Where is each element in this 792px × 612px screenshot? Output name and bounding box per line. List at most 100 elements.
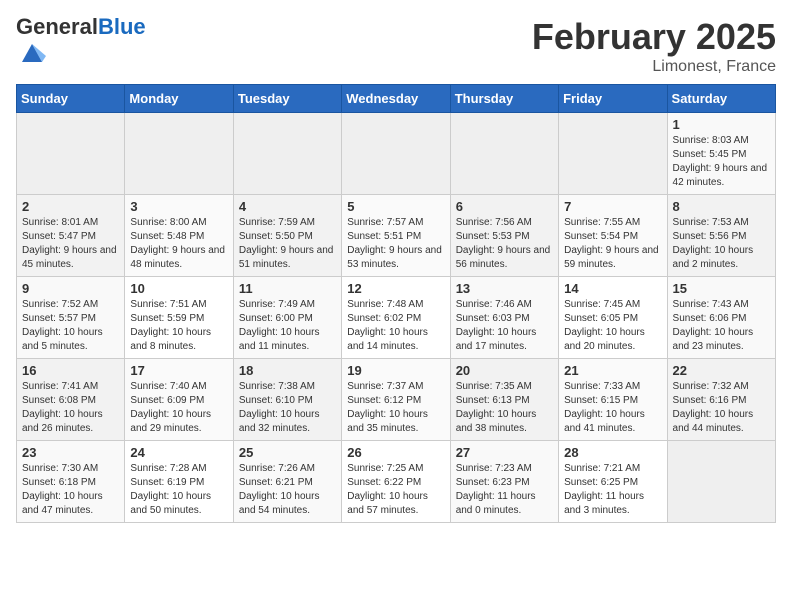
day-info: Sunrise: 8:00 AM Sunset: 5:48 PM Dayligh… <box>130 216 227 272</box>
day-number: 5 <box>347 199 444 214</box>
day-number: 12 <box>347 281 444 296</box>
logo-icon <box>18 38 46 66</box>
day-info: Sunrise: 7:26 AM Sunset: 6:21 PM Dayligh… <box>239 462 336 518</box>
day-number: 25 <box>239 445 336 460</box>
day-info: Sunrise: 7:38 AM Sunset: 6:10 PM Dayligh… <box>239 380 336 436</box>
calendar-cell <box>450 113 558 195</box>
calendar-cell: 25 Sunrise: 7:26 AM Sunset: 6:21 PM Dayli… <box>233 441 341 523</box>
day-number: 11 <box>239 281 336 296</box>
day-info: Sunrise: 7:25 AM Sunset: 6:22 PM Dayligh… <box>347 462 444 518</box>
day-number: 23 <box>22 445 119 460</box>
day-info: Sunrise: 7:23 AM Sunset: 6:23 PM Dayligh… <box>456 462 553 518</box>
day-number: 3 <box>130 199 227 214</box>
day-number: 17 <box>130 363 227 378</box>
column-header-monday: Monday <box>125 85 233 113</box>
logo-general: General <box>16 14 98 39</box>
day-number: 20 <box>456 363 553 378</box>
calendar-week-row: 1 Sunrise: 8:03 AM Sunset: 5:45 PM Daylig… <box>17 113 776 195</box>
day-number: 7 <box>564 199 661 214</box>
column-header-saturday: Saturday <box>667 85 775 113</box>
day-number: 27 <box>456 445 553 460</box>
calendar-week-row: 9Sunrise: 7:52 AM Sunset: 5:57 PM Daylig… <box>17 277 776 359</box>
calendar-cell: 18 Sunrise: 7:38 AM Sunset: 6:10 PM Dayli… <box>233 359 341 441</box>
day-info: Sunrise: 7:41 AM Sunset: 6:08 PM Dayligh… <box>22 380 119 436</box>
day-info: Sunrise: 7:53 AM Sunset: 5:56 PM Dayligh… <box>673 216 770 272</box>
calendar-cell: 9Sunrise: 7:52 AM Sunset: 5:57 PM Daylig… <box>17 277 125 359</box>
logo: GeneralBlue <box>16 16 146 71</box>
day-info: Sunrise: 7:28 AM Sunset: 6:19 PM Dayligh… <box>130 462 227 518</box>
calendar-cell: 17 Sunrise: 7:40 AM Sunset: 6:09 PM Dayli… <box>125 359 233 441</box>
calendar-cell: 4 Sunrise: 7:59 AM Sunset: 5:50 PM Daylig… <box>233 195 341 277</box>
column-header-tuesday: Tuesday <box>233 85 341 113</box>
calendar-table: SundayMondayTuesdayWednesdayThursdayFrid… <box>16 84 776 523</box>
calendar-cell: 26 Sunrise: 7:25 AM Sunset: 6:22 PM Dayli… <box>342 441 450 523</box>
calendar-cell: 23 Sunrise: 7:30 AM Sunset: 6:18 PM Dayli… <box>17 441 125 523</box>
day-info: Sunrise: 7:32 AM Sunset: 6:16 PM Dayligh… <box>673 380 770 436</box>
day-number: 22 <box>673 363 770 378</box>
calendar-cell <box>17 113 125 195</box>
calendar-cell: 14 Sunrise: 7:45 AM Sunset: 6:05 PM Dayli… <box>559 277 667 359</box>
day-info: Sunrise: 7:21 AM Sunset: 6:25 PM Dayligh… <box>564 462 661 518</box>
day-info: Sunrise: 7:33 AM Sunset: 6:15 PM Dayligh… <box>564 380 661 436</box>
day-info: Sunrise: 7:37 AM Sunset: 6:12 PM Dayligh… <box>347 380 444 436</box>
day-info: Sunrise: 8:01 AM Sunset: 5:47 PM Dayligh… <box>22 216 119 272</box>
calendar-cell: 15Sunrise: 7:43 AM Sunset: 6:06 PM Dayli… <box>667 277 775 359</box>
calendar-cell <box>667 441 775 523</box>
day-number: 15 <box>673 281 770 296</box>
column-header-wednesday: Wednesday <box>342 85 450 113</box>
day-info: Sunrise: 7:55 AM Sunset: 5:54 PM Dayligh… <box>564 216 661 272</box>
day-info: Sunrise: 7:56 AM Sunset: 5:53 PM Dayligh… <box>456 216 553 272</box>
calendar-cell <box>233 113 341 195</box>
day-number: 4 <box>239 199 336 214</box>
calendar-cell: 20Sunrise: 7:35 AM Sunset: 6:13 PM Dayli… <box>450 359 558 441</box>
column-header-friday: Friday <box>559 85 667 113</box>
page-header: GeneralBlue February 2025 Limonest, Fran… <box>16 16 776 76</box>
calendar-cell: 27 Sunrise: 7:23 AM Sunset: 6:23 PM Dayli… <box>450 441 558 523</box>
day-number: 26 <box>347 445 444 460</box>
day-info: Sunrise: 7:45 AM Sunset: 6:05 PM Dayligh… <box>564 298 661 354</box>
day-info: Sunrise: 7:48 AM Sunset: 6:02 PM Dayligh… <box>347 298 444 354</box>
calendar-cell: 2Sunrise: 8:01 AM Sunset: 5:47 PM Daylig… <box>17 195 125 277</box>
calendar-cell: 1 Sunrise: 8:03 AM Sunset: 5:45 PM Daylig… <box>667 113 775 195</box>
day-info: Sunrise: 7:30 AM Sunset: 6:18 PM Dayligh… <box>22 462 119 518</box>
calendar-cell: 19 Sunrise: 7:37 AM Sunset: 6:12 PM Dayli… <box>342 359 450 441</box>
title-block: February 2025 Limonest, France <box>532 16 776 76</box>
column-header-thursday: Thursday <box>450 85 558 113</box>
day-number: 28 <box>564 445 661 460</box>
day-info: Sunrise: 7:46 AM Sunset: 6:03 PM Dayligh… <box>456 298 553 354</box>
day-number: 24 <box>130 445 227 460</box>
day-number: 1 <box>673 117 770 132</box>
day-info: Sunrise: 7:52 AM Sunset: 5:57 PM Dayligh… <box>22 298 119 354</box>
calendar-week-row: 23 Sunrise: 7:30 AM Sunset: 6:18 PM Dayli… <box>17 441 776 523</box>
column-header-sunday: Sunday <box>17 85 125 113</box>
calendar-cell: 6 Sunrise: 7:56 AM Sunset: 5:53 PM Daylig… <box>450 195 558 277</box>
day-number: 13 <box>456 281 553 296</box>
location-subtitle: Limonest, France <box>532 58 776 76</box>
calendar-cell: 12 Sunrise: 7:48 AM Sunset: 6:02 PM Dayli… <box>342 277 450 359</box>
calendar-cell <box>125 113 233 195</box>
calendar-cell: 21Sunrise: 7:33 AM Sunset: 6:15 PM Dayli… <box>559 359 667 441</box>
day-number: 18 <box>239 363 336 378</box>
calendar-cell: 5 Sunrise: 7:57 AM Sunset: 5:51 PM Daylig… <box>342 195 450 277</box>
calendar-header-row: SundayMondayTuesdayWednesdayThursdayFrid… <box>17 85 776 113</box>
day-info: Sunrise: 7:59 AM Sunset: 5:50 PM Dayligh… <box>239 216 336 272</box>
calendar-cell: 13 Sunrise: 7:46 AM Sunset: 6:03 PM Dayli… <box>450 277 558 359</box>
day-info: Sunrise: 7:51 AM Sunset: 5:59 PM Dayligh… <box>130 298 227 354</box>
day-number: 19 <box>347 363 444 378</box>
logo-blue: Blue <box>98 14 146 39</box>
day-number: 14 <box>564 281 661 296</box>
day-info: Sunrise: 7:40 AM Sunset: 6:09 PM Dayligh… <box>130 380 227 436</box>
calendar-cell: 28 Sunrise: 7:21 AM Sunset: 6:25 PM Dayli… <box>559 441 667 523</box>
calendar-cell: 3 Sunrise: 8:00 AM Sunset: 5:48 PM Daylig… <box>125 195 233 277</box>
logo-text: GeneralBlue <box>16 16 146 38</box>
day-number: 6 <box>456 199 553 214</box>
calendar-week-row: 16Sunrise: 7:41 AM Sunset: 6:08 PM Dayli… <box>17 359 776 441</box>
calendar-cell <box>342 113 450 195</box>
calendar-week-row: 2Sunrise: 8:01 AM Sunset: 5:47 PM Daylig… <box>17 195 776 277</box>
day-info: Sunrise: 7:57 AM Sunset: 5:51 PM Dayligh… <box>347 216 444 272</box>
day-info: Sunrise: 7:49 AM Sunset: 6:00 PM Dayligh… <box>239 298 336 354</box>
calendar-cell: 7 Sunrise: 7:55 AM Sunset: 5:54 PM Daylig… <box>559 195 667 277</box>
day-info: Sunrise: 8:03 AM Sunset: 5:45 PM Dayligh… <box>673 134 770 190</box>
calendar-cell: 24 Sunrise: 7:28 AM Sunset: 6:19 PM Dayli… <box>125 441 233 523</box>
day-number: 8 <box>673 199 770 214</box>
